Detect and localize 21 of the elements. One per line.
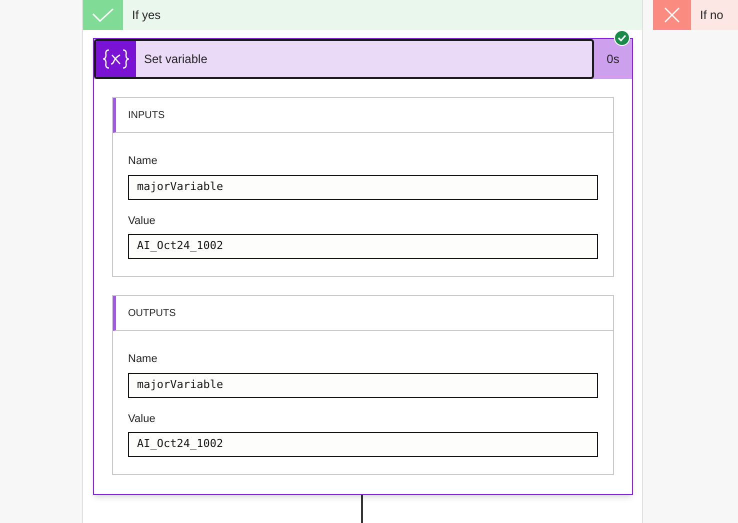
action-header[interactable]: Set variable <box>94 39 594 79</box>
branch-label: If no <box>700 7 724 24</box>
branch-header[interactable]: If no <box>653 0 738 30</box>
action-title: Set variable <box>144 51 208 68</box>
field-label: Value <box>128 214 156 228</box>
value-field: majorVariable <box>128 372 598 398</box>
value-field: AI_Oct24_1002 <box>128 432 598 457</box>
variable-icon <box>102 48 130 70</box>
connector-line <box>360 495 362 523</box>
section-title: OUTPUTS <box>128 306 176 320</box>
section-title: INPUTS <box>128 108 165 122</box>
close-icon <box>664 7 680 23</box>
branch-header[interactable]: If yes <box>83 0 642 30</box>
field-label: Name <box>128 154 158 169</box>
field-label: Name <box>128 352 158 367</box>
field-label: Value <box>128 412 156 426</box>
check-icon <box>92 8 114 22</box>
duration-label: 0s <box>606 51 620 68</box>
value-field: AI_Oct24_1002 <box>128 234 598 259</box>
branch-label: If yes <box>132 7 161 24</box>
value-field: majorVariable <box>128 174 598 200</box>
